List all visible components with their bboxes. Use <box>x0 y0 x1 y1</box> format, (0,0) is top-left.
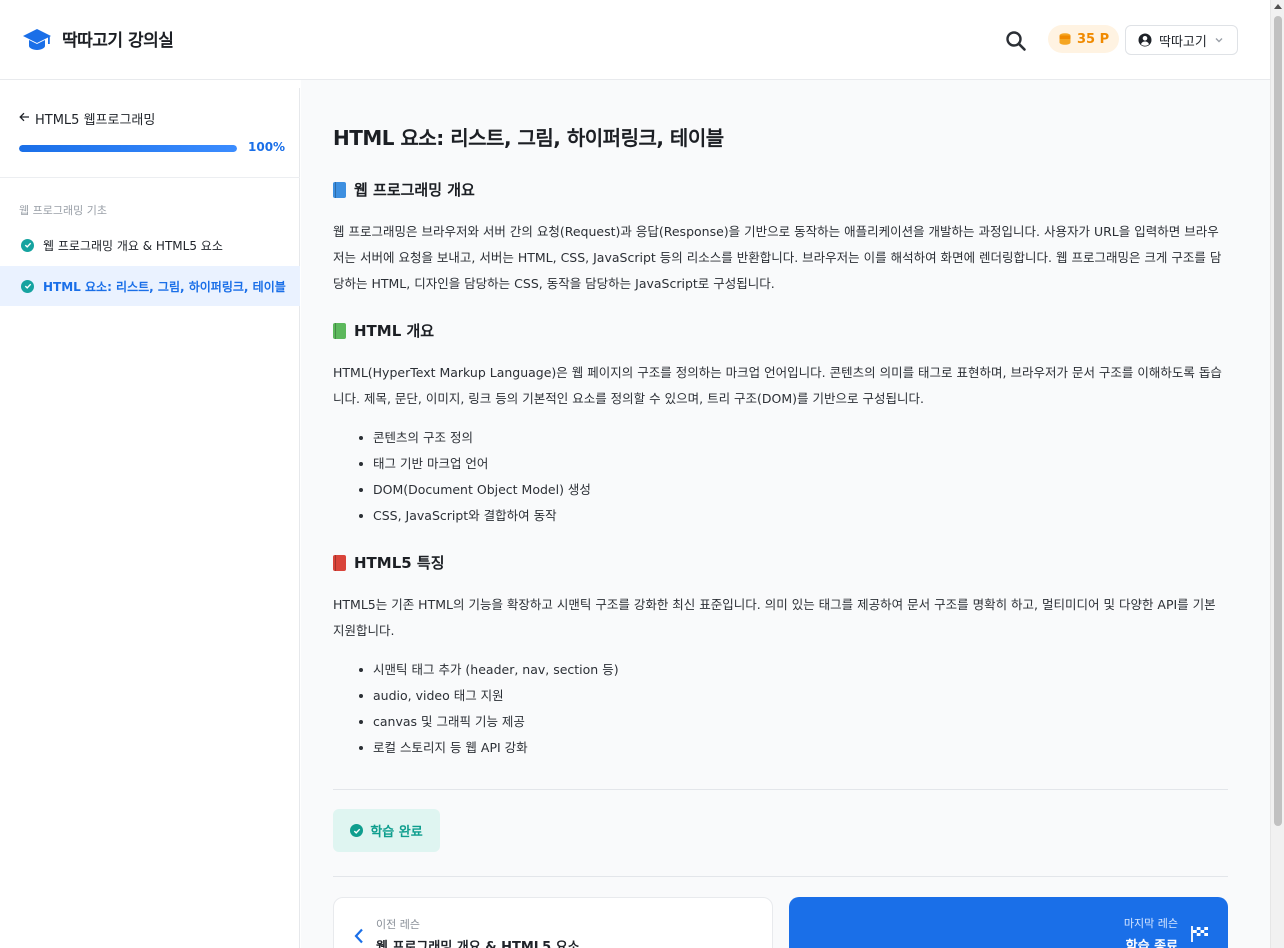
section-paragraph-3: HTML5는 기존 HTML의 기능을 확장하고 시맨틱 구조를 강화한 최신 … <box>333 597 1216 638</box>
back-link-label: HTML5 웹프로그래밍 <box>35 113 156 128</box>
blue-book-icon <box>333 181 346 198</box>
section-bullets-2: 콘텐츠의 구조 정의 태그 기반 마크업 언어 DOM(Document Obj… <box>359 425 1219 529</box>
content-divider <box>333 876 1228 877</box>
course-progress-label: 100% <box>248 140 286 154</box>
section-heading-2: HTML 개요 <box>333 320 434 341</box>
logo[interactable]: 딱따고기 강의실 <box>22 26 174 51</box>
red-book-icon <box>333 554 346 571</box>
section-heading-text: 웹 프로그래밍 개요 <box>354 181 475 199</box>
section-heading-1: 웹 프로그래밍 개요 <box>333 179 475 200</box>
lesson-content: HTML 요소: 리스트, 그림, 하이퍼링크, 테이블 웹 프로그래밍 개요 … <box>301 80 1270 948</box>
scroll-up-arrow[interactable] <box>1274 4 1282 9</box>
previous-lesson-title: 웹 프로그래밍 개요 & HTML5 요소 <box>376 940 580 948</box>
section-paragraph-2: HTML(HyperText Markup Language)은 웹 페이지의 … <box>333 365 1222 406</box>
user-icon <box>1138 33 1152 47</box>
next-lesson-title: 학습 종료 <box>1125 939 1178 948</box>
list-item: DOM(Document Object Model) 생성 <box>359 477 1219 503</box>
chevron-down-icon <box>1215 38 1223 43</box>
list-item: 콘텐츠의 구조 정의 <box>359 425 1219 451</box>
section-paragraph-1: 웹 프로그래밍은 브라우저와 서버 간의 요청(Request)과 응답(Res… <box>333 224 1222 291</box>
sidebar-divider <box>0 177 300 178</box>
mark-complete-button[interactable]: 학습 완료 <box>333 809 440 852</box>
graduation-cap-icon <box>22 27 52 51</box>
sidebar-lesson-2[interactable]: HTML 요소: 리스트, 그림, 하이퍼링크, 테이블 <box>0 266 300 306</box>
mark-complete-label: 학습 완료 <box>370 825 423 840</box>
list-item: audio, video 태그 지원 <box>359 683 1219 709</box>
course-progress-fill <box>19 145 237 152</box>
chevron-left-icon <box>354 928 364 948</box>
section-heading-text: HTML5 특징 <box>354 554 445 572</box>
points-badge[interactable]: 35 P <box>1048 25 1120 53</box>
search-icon <box>1006 31 1026 51</box>
course-progress-bar <box>19 145 237 152</box>
top-header: 딱따고기 강의실 35 P 딱따고기 <box>0 0 1270 80</box>
check-circle-icon <box>350 824 364 837</box>
list-item: 시맨틱 태그 추가 (header, nav, section 등) <box>359 657 1219 683</box>
user-name: 딱따고기 <box>1159 34 1207 50</box>
points-value: 35 P <box>1077 31 1110 47</box>
section-heading-text: HTML 개요 <box>354 322 435 340</box>
finish-flag-icon <box>1190 925 1210 947</box>
previous-lesson-button[interactable]: 이전 레슨 웹 프로그래밍 개요 & HTML5 요소 <box>333 897 773 948</box>
green-book-icon <box>333 322 346 339</box>
check-circle-icon <box>21 238 34 252</box>
check-circle-icon <box>21 279 34 293</box>
list-item: CSS, JavaScript와 결합하여 동작 <box>359 503 1219 529</box>
sidebar-lesson-label: 웹 프로그래밍 개요 & HTML5 요소 <box>43 238 223 253</box>
logo-text: 딱따고기 강의실 <box>62 31 174 51</box>
previous-lesson-sub: 이전 레슨 <box>376 918 420 931</box>
search-button[interactable] <box>1005 30 1027 52</box>
scroll-thumb[interactable] <box>1274 16 1282 826</box>
section-heading-3: HTML5 특징 <box>333 552 445 573</box>
list-item: 태그 기반 마크업 언어 <box>359 451 1219 477</box>
next-lesson-button[interactable]: 마지막 레슨 학습 종료 <box>789 897 1228 948</box>
back-to-course-link[interactable]: HTML5 웹프로그래밍 <box>19 109 155 128</box>
list-item: canvas 및 그래픽 기능 제공 <box>359 709 1219 735</box>
next-lesson-sub: 마지막 레슨 <box>1123 917 1178 930</box>
page-title: HTML 요소: 리스트, 그림, 하이퍼링크, 테이블 <box>333 126 724 150</box>
page-scrollbar[interactable] <box>1270 0 1284 948</box>
user-menu-button[interactable]: 딱따고기 <box>1125 25 1238 55</box>
course-sidebar: HTML5 웹프로그래밍 100% 웹 프로그래밍 기초 웹 프로그래밍 개요 … <box>0 88 300 948</box>
section-bullets-3: 시맨틱 태그 추가 (header, nav, section 등) audio… <box>359 657 1219 761</box>
sidebar-lesson-label: HTML 요소: 리스트, 그림, 하이퍼링크, 테이블 <box>43 279 286 294</box>
coins-icon <box>1059 33 1071 45</box>
list-item: 로컬 스토리지 등 웹 API 강화 <box>359 735 1219 761</box>
sidebar-section-title: 웹 프로그래밍 기초 <box>19 204 107 217</box>
sidebar-lesson-1[interactable]: 웹 프로그래밍 개요 & HTML5 요소 <box>0 225 300 265</box>
content-divider <box>333 789 1228 790</box>
arrow-left-icon <box>19 111 30 126</box>
